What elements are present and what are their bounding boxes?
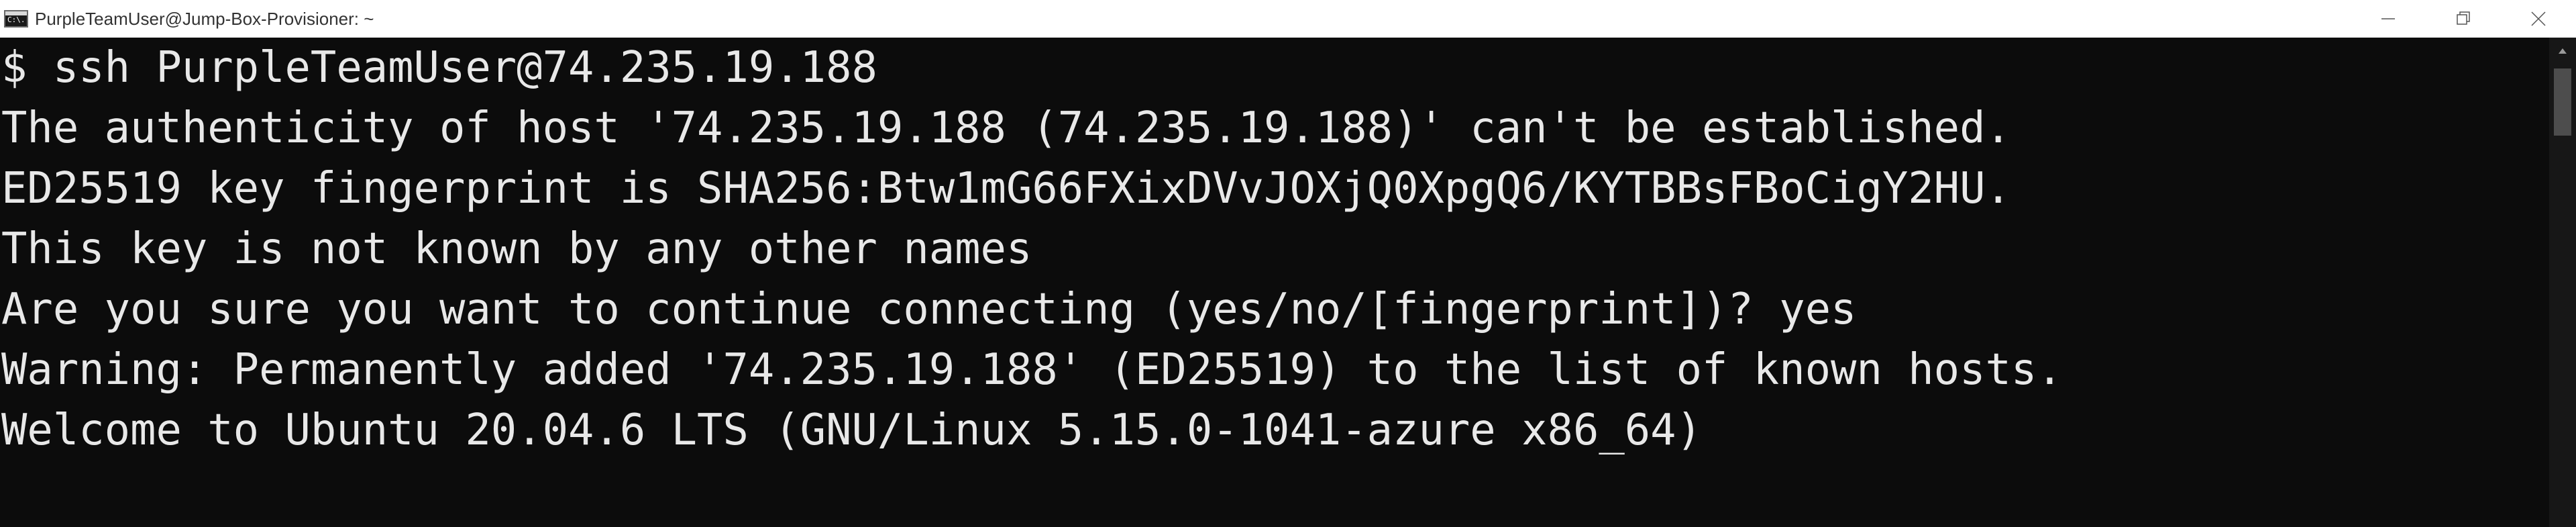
scroll-thumb[interactable] (2554, 68, 2571, 136)
console-line-warning: Warning: Permanently added '74.235.19.18… (1, 345, 2063, 395)
window-controls (2351, 0, 2576, 38)
console-line-command: $ ssh PurpleTeamUser@74.235.19.188 (1, 43, 877, 93)
close-icon (2531, 11, 2546, 26)
scroll-up-button[interactable] (2549, 38, 2576, 64)
vertical-scrollbar[interactable] (2549, 38, 2576, 527)
console-line-fingerprint: ED25519 key fingerprint is SHA256:Btw1mG… (1, 164, 2011, 213)
window-title: PurpleTeamUser@Jump-Box-Provisioner: ~ (35, 8, 374, 29)
title-bar[interactable]: C:\. PurpleTeamUser@Jump-Box-Provisioner… (0, 0, 2576, 38)
close-button[interactable] (2501, 0, 2576, 38)
icon-prompt-text: C:\. (7, 15, 25, 24)
console-output[interactable]: $ ssh PurpleTeamUser@74.235.19.188 The a… (0, 38, 2549, 527)
console-line-unknown-key: This key is not known by any other names (1, 224, 1032, 274)
console-line-welcome: Welcome to Ubuntu 20.04.6 LTS (GNU/Linux… (1, 405, 1702, 455)
minimize-icon (2381, 18, 2395, 19)
restore-icon (2457, 11, 2470, 25)
terminal-window: C:\. PurpleTeamUser@Jump-Box-Provisioner… (0, 0, 2576, 527)
console-app-icon[interactable]: C:\. (4, 10, 28, 28)
minimize-button[interactable] (2351, 0, 2426, 38)
console-line-confirm-prompt: Are you sure you want to continue connec… (1, 285, 1857, 334)
restore-button[interactable] (2426, 0, 2501, 38)
scroll-up-arrow-icon (2559, 48, 2567, 54)
console-line-authenticity: The authenticity of host '74.235.19.188 … (1, 103, 2011, 153)
